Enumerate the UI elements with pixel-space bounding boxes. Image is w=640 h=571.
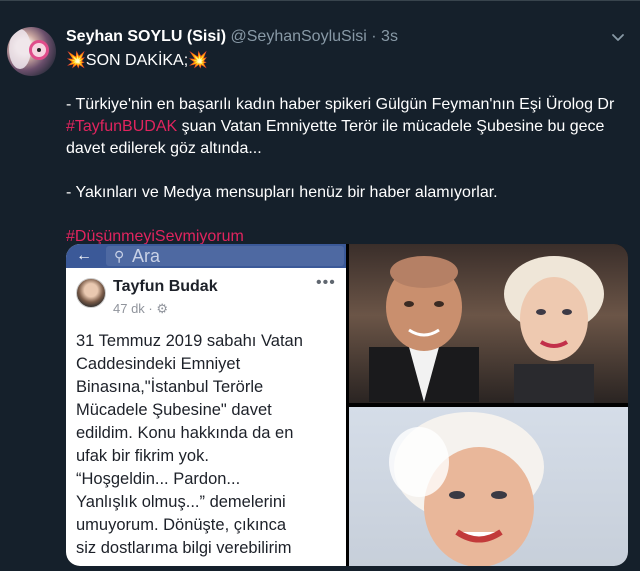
tweet-timestamp[interactable]: 3s [381, 28, 398, 45]
hashtag-tayfunbudak[interactable]: #TayfunBUDAK [66, 118, 177, 135]
fb-post-line: Mücadele Şubesine" davet [76, 401, 272, 419]
separator-dot: · [371, 28, 377, 45]
hashtag-dusunmeyisevmiyorum[interactable]: #DüşünmeyiSevmiyorum [66, 228, 244, 245]
tweet-line-4: davet edilerek göz altında... [66, 140, 262, 157]
facebook-screenshot[interactable]: ← ⚲ Ara Tayfun Budak 47 dk · ⚙ ••• 31 Te… [66, 244, 346, 566]
avatar-glasses [29, 40, 49, 60]
fb-post-line: “Hoşgeldin... Pardon... [76, 470, 241, 488]
tweet-line-3: #TayfunBUDAK şuan Vatan Emniyette Terör … [66, 116, 626, 138]
tweet-media[interactable]: ← ⚲ Ara Tayfun Budak 47 dk · ⚙ ••• 31 Te… [66, 244, 628, 566]
facebook-search-box: ⚲ Ara [106, 246, 344, 266]
fb-post-line: Binasına,"İstanbul Terörle [76, 378, 264, 396]
man-figure [369, 256, 479, 402]
tweet-text: 💥SON DAKİKA;💥 - Türkiye'nin en başarılı … [66, 50, 626, 248]
portrait-figure [389, 412, 544, 566]
tweet-line-2: - Türkiye'nin en başarılı kadın haber sp… [66, 96, 615, 113]
couple-photo[interactable] [349, 244, 628, 403]
facebook-post-text: 31 Temmuz 2019 sabahı Vatan Caddesindeki… [76, 330, 346, 560]
top-divider [0, 0, 640, 1]
avatar-hair [9, 29, 31, 69]
tweet-header: Seyhan SOYLU (Sisi) @SeyhanSoyluSisi · 3… [66, 27, 398, 47]
profile-avatar[interactable] [7, 27, 56, 76]
tweet-line-5: - Yakınları ve Medya mensupları henüz bi… [66, 184, 498, 201]
fb-post-line: Yanlışlık olmuş...” demelerini [76, 493, 286, 511]
tweet-line-1: 💥SON DAKİKA;💥 [66, 52, 209, 69]
facebook-author-avatar [76, 278, 106, 308]
fb-post-line: 31 Temmuz 2019 sabahı Vatan [76, 332, 303, 350]
search-placeholder: Ara [132, 246, 161, 266]
portrait-photo[interactable] [349, 407, 628, 566]
search-icon: ⚲ [114, 248, 125, 264]
display-name[interactable]: Seyhan SOYLU (Sisi) [66, 28, 226, 45]
arrow-left-icon: ← [76, 247, 92, 264]
fb-post-line: siz dostlarıma bilgi verebilirim [76, 539, 292, 557]
fb-post-line: ufak bir fikrim yok. [76, 447, 209, 465]
fb-post-line: umuyorum. Dönüşte, çıkınca [76, 516, 287, 534]
tweet-line-3-rest: şuan Vatan Emniyette Terör ile mücadele … [177, 118, 605, 135]
chevron-down-icon[interactable] [610, 29, 626, 45]
fb-post-line: Caddesindeki Emniyet [76, 355, 241, 373]
facebook-post-meta: 47 dk · ⚙ [113, 301, 169, 316]
user-handle[interactable]: @SeyhanSoyluSisi [231, 28, 367, 45]
fb-post-line: edildim. Konu hakkında da en [76, 424, 294, 442]
facebook-author-name: Tayfun Budak [113, 278, 218, 295]
woman-figure [504, 256, 604, 403]
more-dots-icon: ••• [316, 274, 336, 291]
facebook-topbar: ← ⚲ Ara [66, 244, 346, 268]
